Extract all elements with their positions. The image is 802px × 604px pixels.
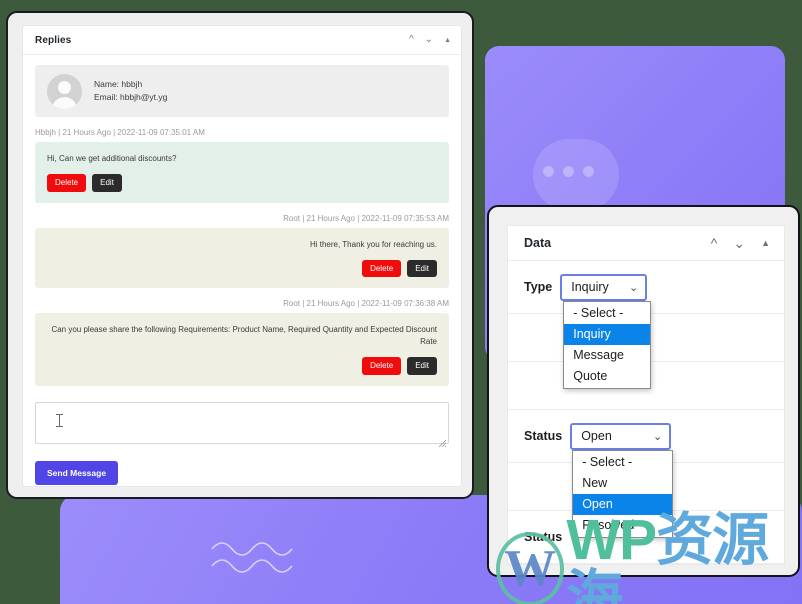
message-bubble: Can you please share the following Requi… bbox=[35, 313, 449, 386]
status-select-menu[interactable]: - Select - New Open Resolved bbox=[572, 449, 674, 538]
delete-button[interactable]: Delete bbox=[362, 357, 402, 375]
speech-bubble-dots-icon bbox=[543, 166, 594, 177]
send-message-button[interactable]: Send Message bbox=[35, 460, 119, 485]
status-select-value: Open bbox=[581, 429, 612, 443]
status-option-resolved[interactable]: Resolved bbox=[573, 515, 672, 536]
replies-card-header: Replies ^ ⌄ ▲ bbox=[23, 26, 461, 55]
delete-button[interactable]: Delete bbox=[47, 174, 87, 192]
message-meta: Root | 21 Hours Ago | 2022-11-09 07:35:5… bbox=[283, 213, 449, 223]
status-option-new[interactable]: New bbox=[573, 473, 672, 494]
status-select-shell: Open ⌄ - Select - New Open Resolved bbox=[570, 422, 674, 538]
page-title: Replies bbox=[35, 34, 72, 46]
reply-textarea[interactable] bbox=[35, 401, 449, 444]
chevron-down-icon: ⌄ bbox=[629, 281, 639, 294]
message-meta: Root | 21 Hours Ago | 2022-11-09 07:36:3… bbox=[283, 299, 449, 309]
delete-button[interactable]: Delete bbox=[362, 259, 402, 278]
replies-header-icons: ^ ⌄ ▲ bbox=[409, 35, 451, 45]
replies-window: Replies ^ ⌄ ▲ Name: hbbjh Email: hbbjh@y… bbox=[6, 11, 474, 499]
message-text: Hi there, Thank you for reaching us. bbox=[309, 239, 437, 249]
avatar bbox=[47, 73, 82, 109]
type-option-inquiry[interactable]: Inquiry bbox=[564, 323, 651, 345]
type-option-select[interactable]: - Select - bbox=[564, 303, 650, 324]
message-text: Hi, Can we get additional discounts? bbox=[47, 154, 177, 163]
chevron-up-icon[interactable]: ^ bbox=[409, 35, 414, 45]
status-option-open[interactable]: Open bbox=[573, 493, 673, 515]
message-actions: Delete Edit bbox=[47, 174, 437, 192]
message-bubble: Hi there, Thank you for reaching us. Del… bbox=[35, 227, 449, 289]
reply-area: Send Message bbox=[23, 401, 461, 485]
user-email: Email: hbbjh@yt.yg bbox=[94, 92, 168, 102]
user-name: Name: hbbjh bbox=[94, 78, 143, 89]
data-card-header: Data ^ ⌄ ▲ bbox=[508, 226, 784, 261]
data-window: Data ^ ⌄ ▲ Type Inquiry ⌄ - Select - Inq… bbox=[487, 205, 800, 577]
status-select[interactable]: Open ⌄ bbox=[570, 422, 672, 450]
wave-lines-icon bbox=[211, 542, 293, 573]
chevron-down-icon[interactable]: ⌄ bbox=[425, 35, 433, 45]
chevron-up-icon[interactable]: ^ bbox=[711, 236, 718, 250]
replies-card-body: Name: hbbjh Email: hbbjh@yt.yg Hbbjh | 2… bbox=[23, 55, 461, 386]
status-field-label-secondary: Status bbox=[524, 530, 563, 544]
edit-button[interactable]: Edit bbox=[407, 259, 437, 278]
chevron-down-icon: ⌄ bbox=[652, 430, 663, 443]
type-option-message[interactable]: Message bbox=[564, 345, 650, 366]
message-actions: Delete Edit bbox=[47, 259, 437, 278]
type-select-menu[interactable]: - Select - Inquiry Message Quote bbox=[563, 300, 652, 389]
edit-button[interactable]: Edit bbox=[407, 357, 437, 375]
replies-card: Replies ^ ⌄ ▲ Name: hbbjh Email: hbbjh@y… bbox=[22, 25, 462, 487]
message-actions: Delete Edit bbox=[47, 357, 437, 375]
user-info-text: Name: hbbjh Email: hbbjh@yt.yg bbox=[94, 78, 167, 104]
triangle-up-icon[interactable]: ▲ bbox=[444, 37, 451, 44]
type-field-row: Type Inquiry ⌄ - Select - Inquiry Messag… bbox=[508, 261, 784, 389]
type-option-quote[interactable]: Quote bbox=[564, 366, 650, 387]
chevron-down-icon[interactable]: ⌄ bbox=[733, 236, 745, 250]
status-field-label: Status bbox=[524, 429, 563, 443]
status-field-row: Status Open ⌄ - Select - New Open Resolv… bbox=[508, 410, 784, 538]
edit-button[interactable]: Edit bbox=[92, 174, 122, 192]
message-text: Can you please share the following Requi… bbox=[51, 325, 437, 347]
data-card-title: Data bbox=[524, 236, 552, 250]
reply-input-wrapper bbox=[35, 401, 449, 449]
message-bubble: Hi, Can we get additional discounts? Del… bbox=[35, 142, 449, 203]
triangle-up-icon[interactable]: ▲ bbox=[761, 238, 770, 248]
data-card: Data ^ ⌄ ▲ Type Inquiry ⌄ - Select - Inq… bbox=[507, 225, 785, 565]
type-select[interactable]: Inquiry ⌄ bbox=[560, 273, 648, 301]
message-meta: Hbbjh | 21 Hours Ago | 2022-11-09 07:35:… bbox=[35, 128, 205, 137]
data-header-icons: ^ ⌄ ▲ bbox=[711, 236, 770, 250]
user-info-box: Name: hbbjh Email: hbbjh@yt.yg bbox=[35, 65, 449, 117]
type-select-shell: Inquiry ⌄ - Select - Inquiry Message Quo… bbox=[560, 273, 652, 389]
type-field-label: Type bbox=[524, 280, 553, 294]
status-option-select[interactable]: - Select - bbox=[573, 452, 672, 473]
type-select-value: Inquiry bbox=[571, 280, 609, 294]
